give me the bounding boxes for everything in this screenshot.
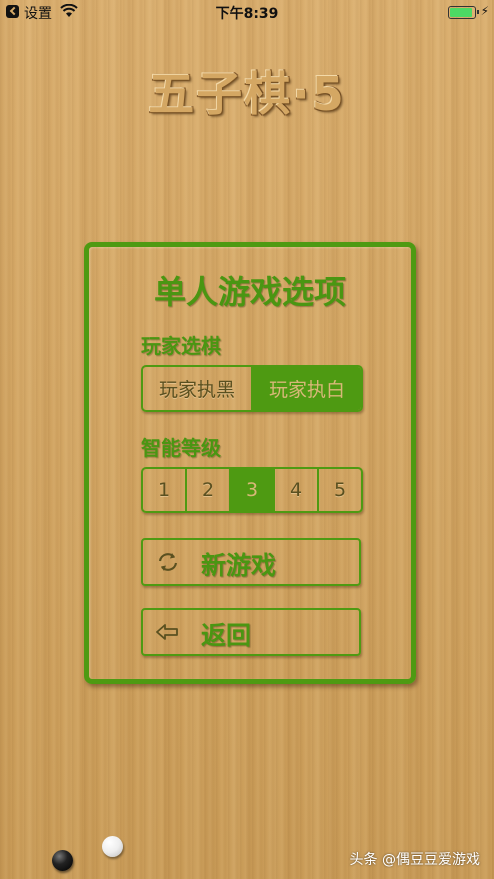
status-time: 下午8:39	[215, 6, 279, 22]
ai-level-segmented-control: 1 2 3 4 5	[141, 467, 363, 513]
back-arrow-icon	[156, 624, 178, 640]
ai-level-label: 智能等级	[141, 436, 221, 460]
new-game-label: 新游戏	[201, 551, 277, 580]
player-stone-segmented-control: 玩家执黑 玩家执白	[141, 365, 363, 412]
watermark: 头条 @偶豆豆爱游戏	[349, 852, 480, 868]
level-option-4[interactable]: 4	[275, 469, 319, 511]
back-label: 返回	[201, 621, 252, 650]
panel-title: 单人游戏选项	[153, 273, 346, 311]
game-title: 五子棋·5	[148, 67, 346, 121]
level-option-1[interactable]: 1	[143, 469, 187, 511]
player-stone-label: 玩家选棋	[141, 334, 221, 358]
black-stone	[52, 850, 73, 871]
level-option-5[interactable]: 5	[319, 469, 361, 511]
back-button[interactable]: 返回	[141, 608, 361, 656]
level-option-3[interactable]: 3	[231, 469, 275, 511]
battery-icon	[448, 6, 479, 19]
white-stone	[102, 836, 123, 857]
single-player-options-panel: 单人游戏选项 玩家选棋 玩家执黑 玩家执白 智能等级 1 2 3 4 5 新游戏…	[84, 242, 416, 684]
status-bar: 设置 下午8:39 ⚡	[0, 0, 494, 24]
level-option-2[interactable]: 2	[187, 469, 231, 511]
option-player-black[interactable]: 玩家执黑	[143, 367, 253, 410]
refresh-icon	[158, 553, 178, 571]
new-game-button[interactable]: 新游戏	[141, 538, 361, 586]
charging-bolt-icon: ⚡	[480, 4, 489, 18]
option-player-white[interactable]: 玩家执白	[253, 367, 361, 410]
